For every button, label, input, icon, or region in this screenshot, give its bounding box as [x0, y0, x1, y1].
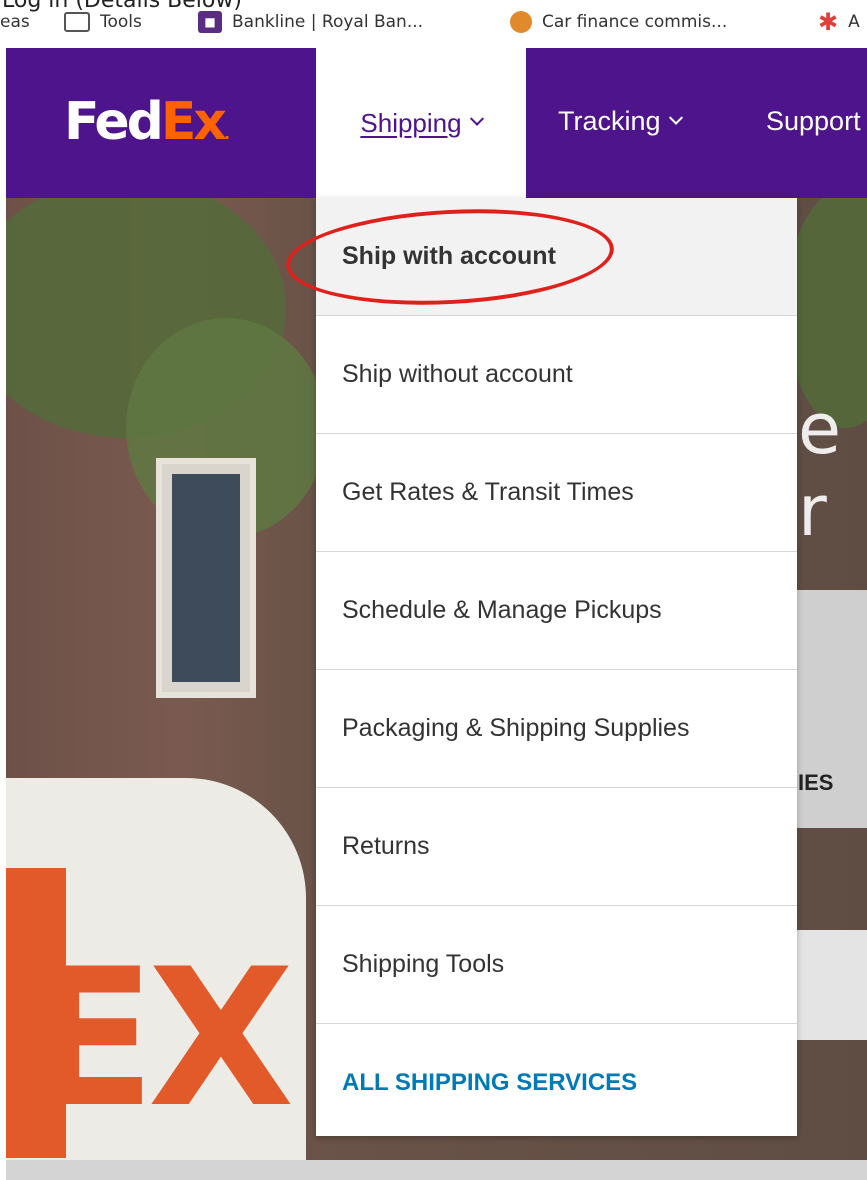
nav-tracking[interactable]: Tracking [558, 106, 683, 137]
logo-dot: . [223, 124, 231, 143]
bookmark-label: Car finance commis... [542, 12, 728, 32]
nav-support[interactable]: Support [766, 106, 861, 137]
menu-item-all-shipping-services[interactable]: ALL SHIPPING SERVICES [316, 1024, 797, 1142]
nav-support-label: Support [766, 106, 861, 136]
chevron-down-icon [469, 111, 484, 126]
delivery-van: EX [6, 778, 306, 1160]
menu-item-ship-with-account[interactable]: Ship with account [316, 198, 797, 316]
bookmark-label: Bankline | Royal Ban... [232, 12, 424, 32]
menu-item-packaging-supplies[interactable]: Packaging & Shipping Supplies [316, 670, 797, 788]
bank-icon: ■ [198, 11, 222, 33]
menu-item-schedule-pickups[interactable]: Schedule & Manage Pickups [316, 552, 797, 670]
menu-item-ship-without-account[interactable]: Ship without account [316, 316, 797, 434]
logo-ex: Ex [160, 92, 227, 152]
fedex-logo[interactable]: FedEx. [64, 92, 230, 164]
site-header: FedEx. Shipping Tracking Support [6, 48, 867, 198]
car-icon [510, 11, 532, 33]
side-panel-label: IES [798, 770, 834, 795]
menu-item-shipping-tools[interactable]: Shipping Tools [316, 906, 797, 1024]
bookmark-car-finance[interactable]: Car finance commis... [510, 10, 727, 34]
side-panel-2 [796, 930, 867, 1040]
nav-shipping-label: Shipping [360, 107, 462, 138]
bookmarks-bar: eas Tools ■ Bankline | Royal Ban... Car … [0, 0, 867, 44]
bookmark-tools[interactable]: Tools [52, 10, 142, 34]
bookmark-label: eas [0, 12, 30, 32]
bookmark-label: Tools [100, 12, 142, 32]
van-logo-text: EX [26, 928, 294, 1149]
building-window [156, 458, 256, 698]
chevron-down-icon [668, 110, 683, 125]
bookmark-bankline[interactable]: ■ Bankline | Royal Ban... [198, 10, 423, 34]
shipping-dropdown-menu: Ship with account Ship without account G… [316, 198, 797, 1136]
hero-headline-partial: e r [798, 388, 842, 552]
nav-tracking-label: Tracking [558, 106, 661, 136]
bookmark-label: A [848, 12, 860, 32]
star-icon: ✱ [818, 8, 839, 36]
bookmark-a[interactable]: ✱ A [818, 10, 860, 34]
bottom-strip [6, 1160, 867, 1180]
nav-shipping[interactable]: Shipping [316, 48, 526, 198]
bookmark-eas[interactable]: eas [0, 10, 30, 34]
logo-fed: Fed [64, 92, 164, 152]
menu-item-returns[interactable]: Returns [316, 788, 797, 906]
folder-icon [64, 12, 90, 32]
menu-item-get-rates[interactable]: Get Rates & Transit Times [316, 434, 797, 552]
